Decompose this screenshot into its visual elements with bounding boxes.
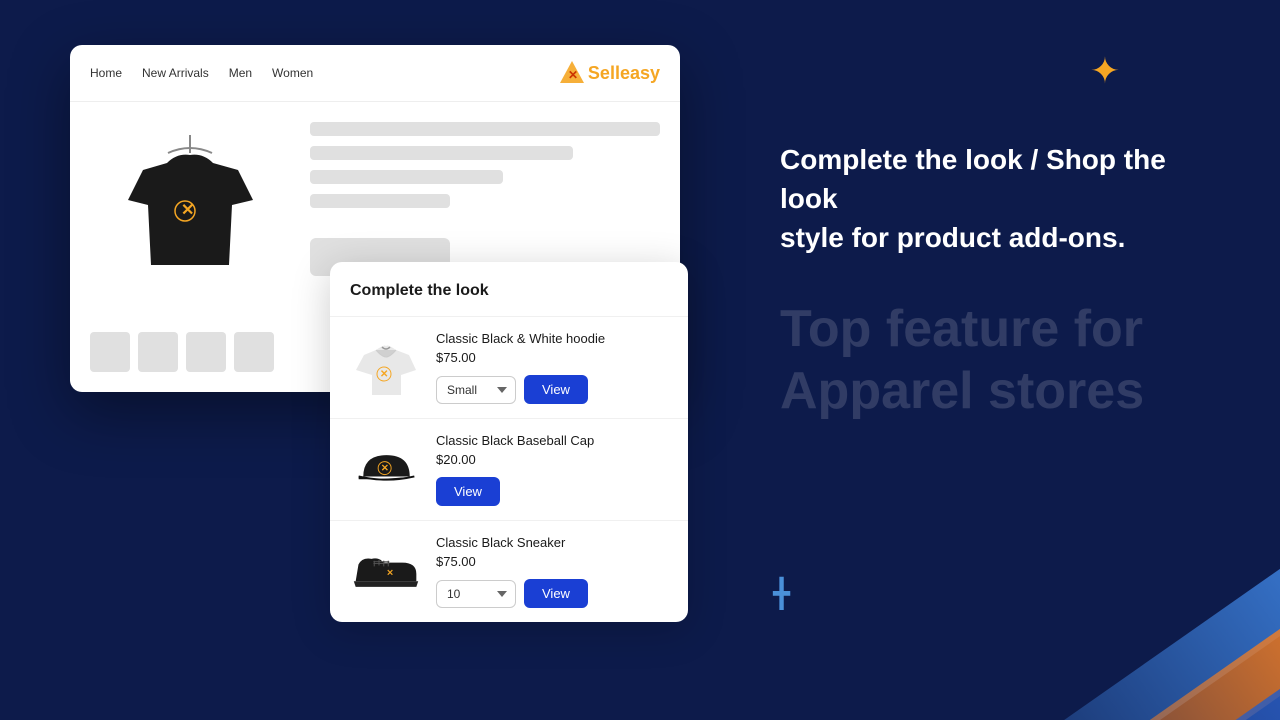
sub-line1: Top feature for [780,298,1200,360]
thumbnail-2[interactable] [138,332,178,372]
sneaker-view-button[interactable]: View [524,579,588,608]
nav-new-arrivals[interactable]: New Arrivals [142,66,209,80]
nav-bar: Home New Arrivals Men Women ✕ Selleasy [70,45,680,102]
skeleton-line-2 [310,146,573,160]
svg-text:✕: ✕ [380,463,388,473]
item-image-hoodie: ✕ [350,332,422,404]
svg-text:✕: ✕ [380,369,388,380]
sub-headline: Top feature for Apparel stores [780,298,1200,423]
skeleton-line-3 [310,170,503,184]
cap-price: $20.00 [436,452,668,467]
item-info-sneaker: Classic Black Sneaker $75.00 8 9 10 11 1… [436,535,668,608]
hoodie-size-select[interactable]: Small Medium Large XL [436,376,516,404]
cap-controls: View [436,477,668,506]
product-item-sneaker: ✕ Classic Black Sneaker $75.00 8 9 10 11… [330,520,688,622]
main-headline: Complete the look / Shop the lookstyle f… [780,140,1200,258]
thumbnail-4[interactable] [234,332,274,372]
sneaker-name: Classic Black Sneaker [436,535,668,550]
product-item-cap: ✕ Classic Black Baseball Cap $20.00 View [330,418,688,520]
thumbnail-1[interactable] [90,332,130,372]
logo-icon: ✕ [558,59,586,87]
item-image-sneaker: ✕ [350,536,422,608]
thumbnail-row [90,332,290,372]
panel-title: Complete the look [330,282,688,316]
logo: ✕ Selleasy [558,59,660,87]
svg-text:✕: ✕ [386,568,393,578]
cross-decoration: ╋ [773,577,790,610]
sub-line2: Apparel stores [780,360,1200,422]
hoodie-name: Classic Black & White hoodie [436,331,668,346]
nav-home[interactable]: Home [90,66,122,80]
svg-text:✕: ✕ [568,68,578,82]
main-product-image: ✕ [90,122,290,322]
sneaker-size-select[interactable]: 8 9 10 11 12 [436,580,516,608]
sneaker-price: $75.00 [436,554,668,569]
item-info-hoodie: Classic Black & White hoodie $75.00 Smal… [436,331,668,404]
logo-text: Selleasy [588,63,660,84]
thumbnail-3[interactable] [186,332,226,372]
item-image-cap: ✕ [350,434,422,506]
cap-name: Classic Black Baseball Cap [436,433,668,448]
skeleton-line-4 [310,194,450,208]
product-item-hoodie: ✕ Classic Black & White hoodie $75.00 Sm… [330,316,688,418]
product-image-section: ✕ [90,122,290,372]
hoodie-svg: ✕ [354,335,419,400]
nav-women[interactable]: Women [272,66,313,80]
sneaker-controls: 8 9 10 11 12 View [436,579,668,608]
hoodie-view-button[interactable]: View [524,375,588,404]
cap-svg: ✕ [354,442,419,497]
cap-view-button[interactable]: View [436,477,500,506]
stripe-decoration [940,400,1280,720]
sneaker-svg: ✕ [351,544,421,599]
item-info-cap: Classic Black Baseball Cap $20.00 View [436,433,668,506]
right-content-area: Complete the look / Shop the lookstyle f… [780,140,1200,422]
star-decoration: ✦ [1090,50,1120,92]
nav-links: Home New Arrivals Men Women [90,66,313,80]
skeleton-line-1 [310,122,660,136]
nav-men[interactable]: Men [229,66,252,80]
tshirt-image: ✕ [113,135,268,310]
hoodie-controls: Small Medium Large XL View [436,375,668,404]
complete-look-panel: Complete the look ✕ Classic Black & Whit… [330,262,688,622]
hoodie-price: $75.00 [436,350,668,365]
